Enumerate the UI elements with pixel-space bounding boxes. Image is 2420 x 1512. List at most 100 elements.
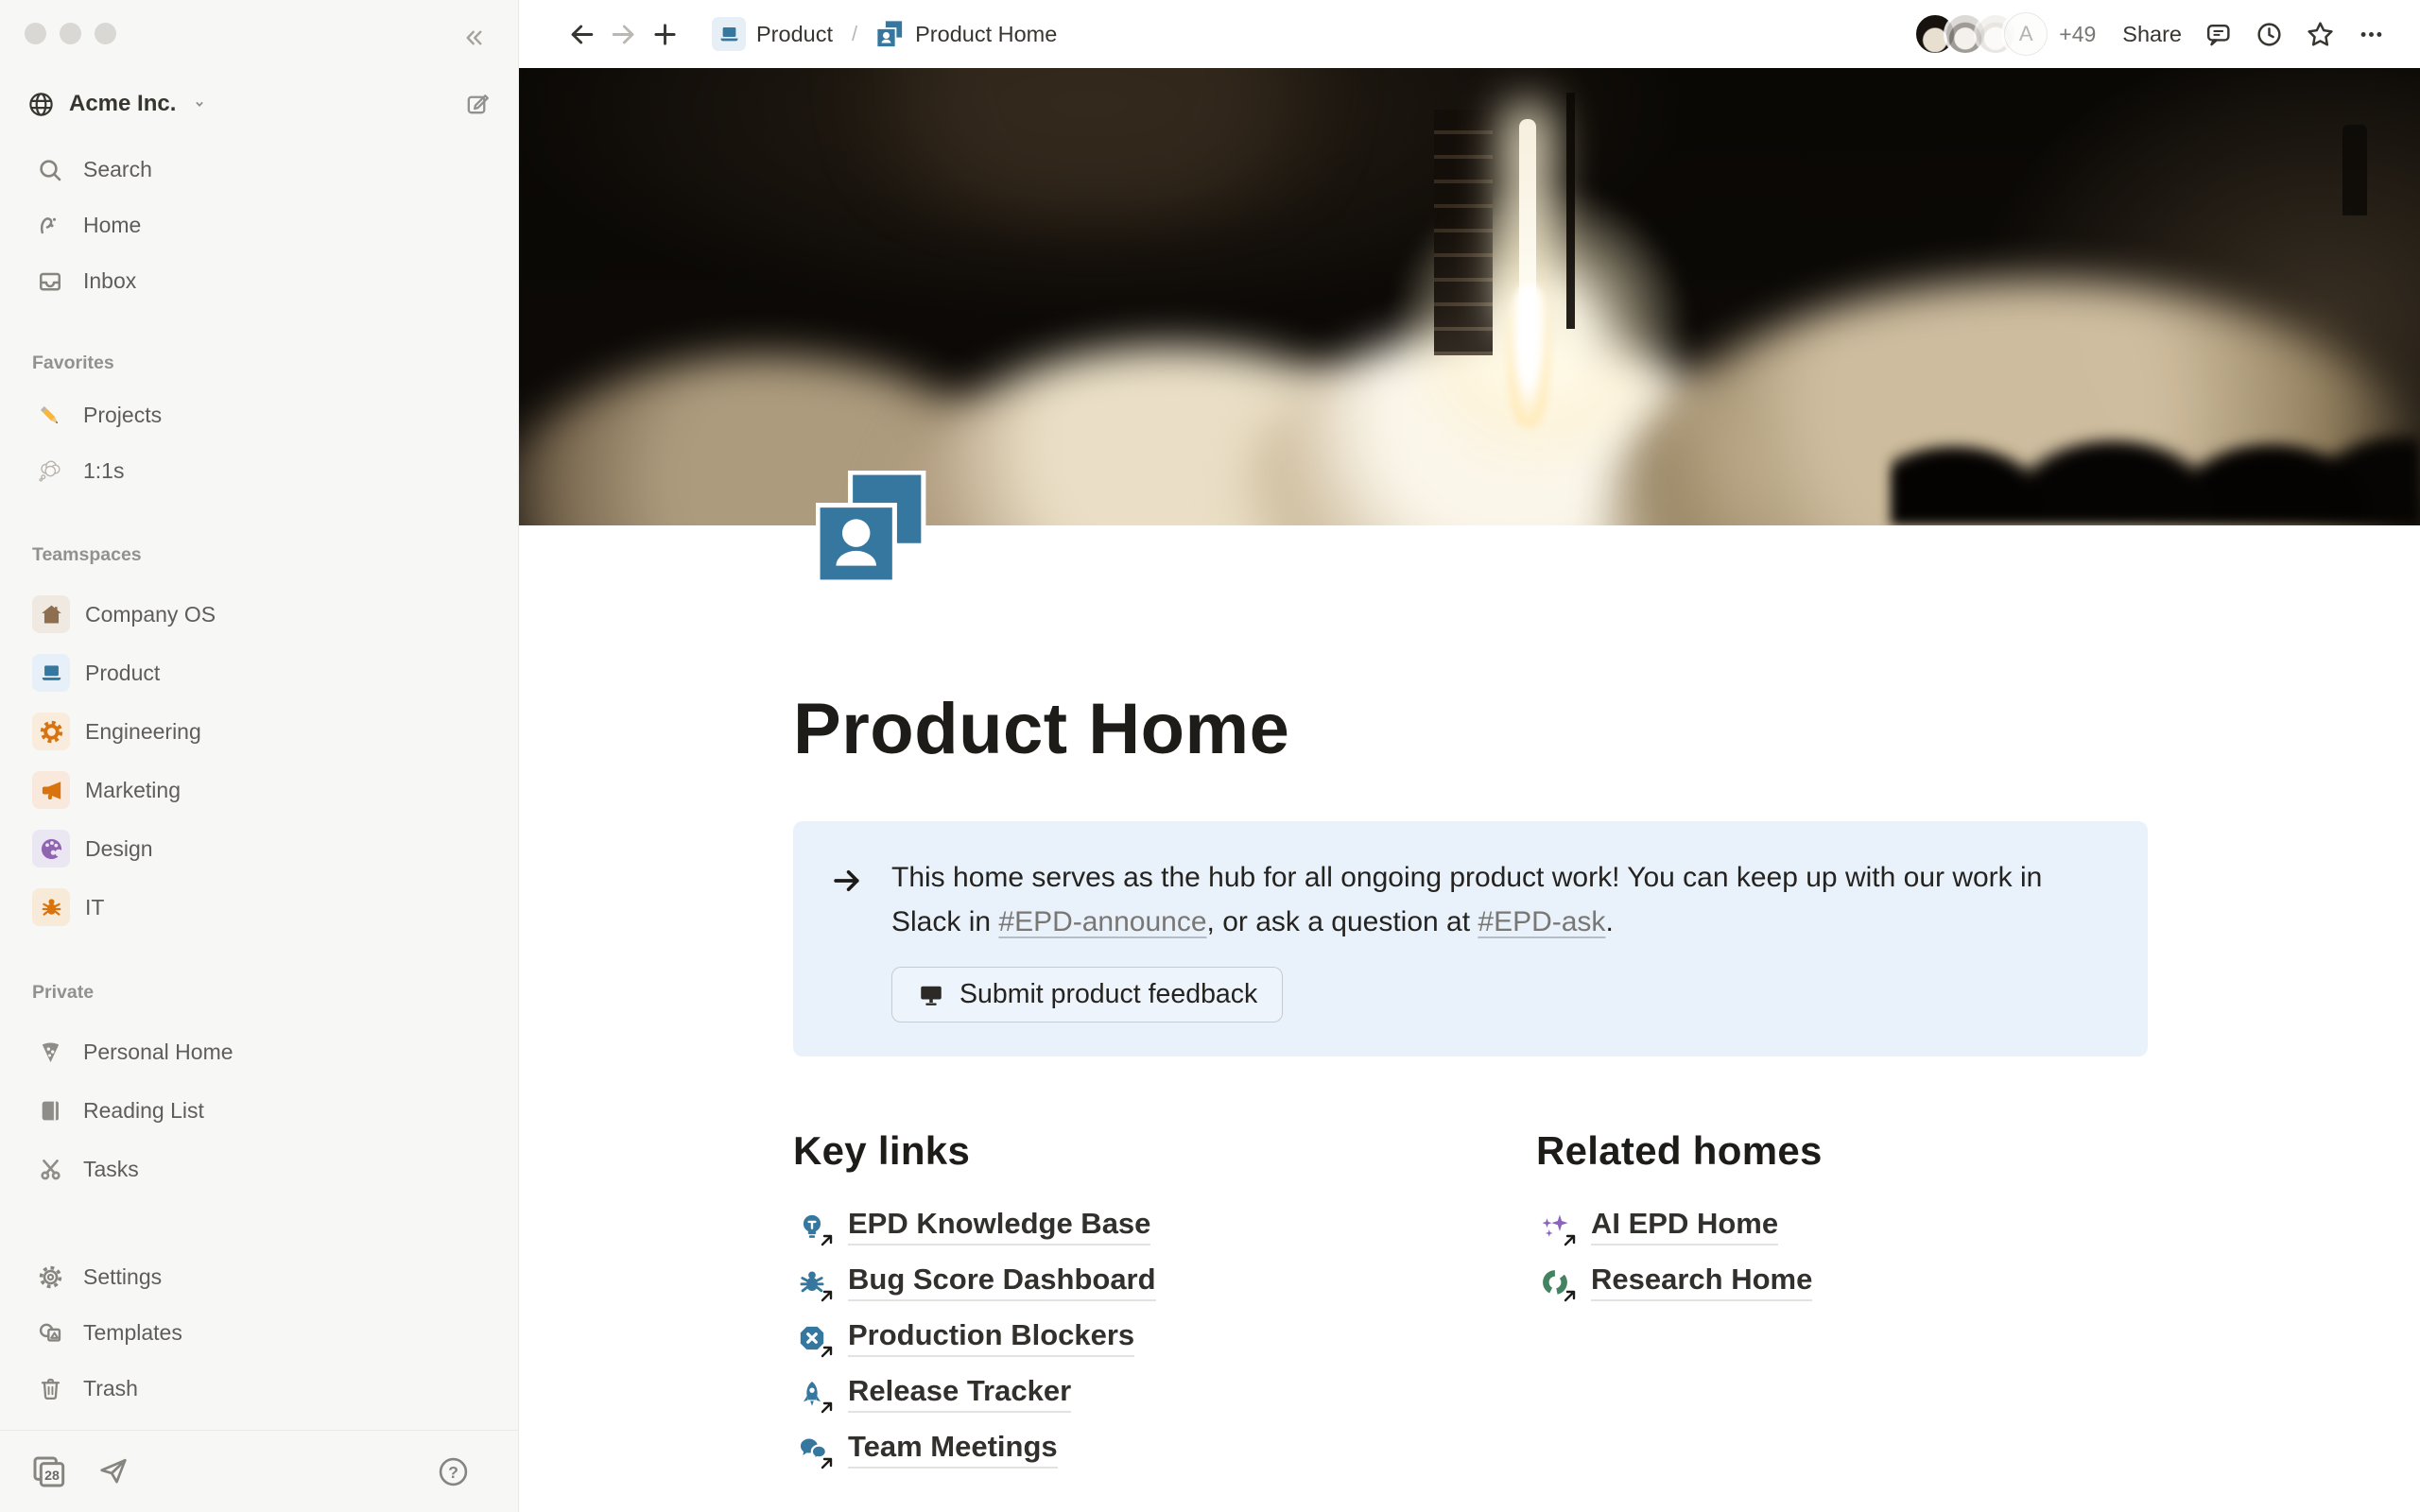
donut-chart-link-icon — [1536, 1263, 1574, 1301]
collapse-sidebar-icon[interactable] — [454, 19, 492, 57]
paper-plane-icon[interactable] — [96, 1454, 130, 1488]
page-link-production-blockers[interactable]: Production Blockers — [793, 1310, 1134, 1366]
page-title[interactable]: Product Home — [793, 688, 2148, 770]
forward-arrow-icon[interactable] — [602, 13, 644, 55]
sidebar-item-engineering[interactable]: Engineering — [11, 702, 507, 761]
page-link-research-home[interactable]: Research Home — [1536, 1254, 1812, 1310]
avatar-letter: A — [2004, 12, 2048, 56]
avatar-stack[interactable]: A — [1913, 12, 2048, 56]
sidebar-item-company-os[interactable]: Company OS — [11, 585, 507, 644]
bug-icon — [32, 888, 70, 926]
sidebar-item-home[interactable]: Home — [11, 198, 507, 253]
sidebar-item-label: Tasks — [83, 1157, 139, 1182]
bug-link-icon — [793, 1263, 831, 1301]
sidebar-item-tasks[interactable]: Tasks — [11, 1140, 507, 1198]
sidebar-item-projects[interactable]: Projects — [11, 387, 507, 443]
related-homes-column: Related homes AI EPD Home — [1536, 1128, 2148, 1477]
section-label-favorites[interactable]: Favorites — [32, 352, 518, 374]
topbar-actions — [2197, 13, 2392, 55]
minimize-window-button[interactable] — [60, 23, 81, 44]
section-label-teamspaces[interactable]: Teamspaces — [32, 544, 518, 566]
sidebar-item-reading-list[interactable]: Reading List — [11, 1081, 507, 1140]
sidebar-item-search[interactable]: Search — [11, 142, 507, 198]
compose-icon[interactable] — [464, 91, 492, 118]
section-label-private[interactable]: Private — [32, 982, 518, 1004]
calendar-icon[interactable]: 28 — [30, 1452, 68, 1490]
sidebar-item-settings[interactable]: Settings — [11, 1249, 507, 1305]
page-link-label: Research Home — [1591, 1263, 1812, 1301]
cover-image[interactable] — [519, 68, 2420, 525]
sidebar-item-label: 1:1s — [83, 458, 124, 484]
sidebar-item-label: Product — [85, 661, 160, 686]
back-arrow-icon[interactable] — [561, 13, 602, 55]
globe-icon — [26, 90, 56, 119]
page-link-team-meetings[interactable]: Team Meetings — [793, 1421, 1058, 1477]
blocker-link-icon — [793, 1319, 831, 1357]
slack-epd-ask-link[interactable]: #EPD-ask — [1478, 906, 1605, 937]
sidebar-item-it[interactable]: IT — [11, 878, 507, 936]
cover-flame — [1508, 285, 1549, 427]
house-icon — [32, 595, 70, 633]
cover-trees — [1891, 384, 2420, 525]
page-link-label: Bug Score Dashboard — [848, 1263, 1156, 1301]
column-heading: Related homes — [1536, 1128, 2148, 1174]
callout-text: This home serves as the hub for all ongo… — [891, 855, 2092, 944]
sidebar-item-inbox[interactable]: Inbox — [11, 253, 507, 309]
callout-text-segment: , or ask a question at — [1207, 906, 1478, 937]
favorites-list: Projects 1:1s — [0, 387, 518, 499]
megaphone-icon — [32, 771, 70, 809]
sidebar-item-label: IT — [85, 895, 104, 920]
page-link-epd-knowledge-base[interactable]: EPD Knowledge Base — [793, 1198, 1150, 1254]
column-heading: Key links — [793, 1128, 1445, 1174]
page-link-bug-score-dashboard[interactable]: Bug Score Dashboard — [793, 1254, 1156, 1310]
sidebar-item-personal-home[interactable]: Personal Home — [11, 1022, 507, 1081]
breadcrumb-item-product-home[interactable]: Product Home — [869, 16, 1064, 52]
gear-icon — [32, 713, 70, 750]
pizza-icon — [32, 1034, 68, 1070]
more-ellipsis-icon[interactable] — [2350, 13, 2392, 55]
notion-app-window: Acme Inc. Search Home — [0, 0, 2420, 1512]
sidebar-item-marketing[interactable]: Marketing — [11, 761, 507, 819]
home-icon — [32, 208, 68, 244]
sidebar: Acme Inc. Search Home — [0, 0, 519, 1512]
sparkles-link-icon — [1536, 1208, 1574, 1246]
sidebar-item-label: Home — [83, 213, 141, 238]
sidebar-item-label: Settings — [83, 1264, 162, 1290]
help-icon[interactable]: ? — [436, 1454, 471, 1489]
sidebar-item-templates[interactable]: Templates — [11, 1305, 507, 1361]
settings-gear-icon — [32, 1260, 68, 1296]
history-clock-icon[interactable] — [2248, 13, 2290, 55]
page-link-label: Production Blockers — [848, 1318, 1134, 1357]
sidebar-item-product[interactable]: Product — [11, 644, 507, 702]
slack-epd-announce-link[interactable]: #EPD-announce — [998, 906, 1206, 937]
laptop-icon — [32, 654, 70, 692]
contact-pages-icon[interactable] — [816, 471, 931, 586]
button-label: Submit product feedback — [959, 979, 1257, 1010]
cover-mast — [1566, 93, 1575, 329]
laptop-icon — [712, 17, 746, 51]
contact-pages-icon — [876, 20, 905, 48]
favorite-star-icon[interactable] — [2299, 13, 2341, 55]
page-link-ai-epd-home[interactable]: AI EPD Home — [1536, 1198, 1778, 1254]
window-controls — [25, 23, 116, 44]
share-button[interactable]: Share — [2122, 22, 2182, 47]
page-link-release-tracker[interactable]: Release Tracker — [793, 1366, 1071, 1421]
sidebar-item-design[interactable]: Design — [11, 819, 507, 878]
zoom-window-button[interactable] — [95, 23, 116, 44]
submit-product-feedback-button[interactable]: Submit product feedback — [891, 967, 1283, 1022]
page-link-label: Release Tracker — [848, 1374, 1071, 1413]
close-window-button[interactable] — [25, 23, 46, 44]
sidebar-item-trash[interactable]: Trash — [11, 1361, 507, 1417]
main-area: Product / Product Home A +49 Share — [519, 0, 2420, 1512]
rocket-link-icon — [793, 1375, 831, 1413]
workspace-switcher[interactable]: Acme Inc. — [17, 79, 501, 129]
plus-icon[interactable] — [644, 13, 685, 55]
sidebar-item-1-1s[interactable]: 1:1s — [11, 443, 507, 499]
workspace-name: Acme Inc. — [69, 91, 176, 117]
breadcrumb-item-product[interactable]: Product — [704, 13, 840, 55]
comments-icon[interactable] — [2197, 13, 2238, 55]
cover-launch-tower — [1434, 110, 1493, 355]
page-link-label: Team Meetings — [848, 1430, 1058, 1469]
callout-block: This home serves as the hub for all ongo… — [793, 821, 2148, 1057]
avatar-overflow-count[interactable]: +49 — [2059, 22, 2096, 47]
